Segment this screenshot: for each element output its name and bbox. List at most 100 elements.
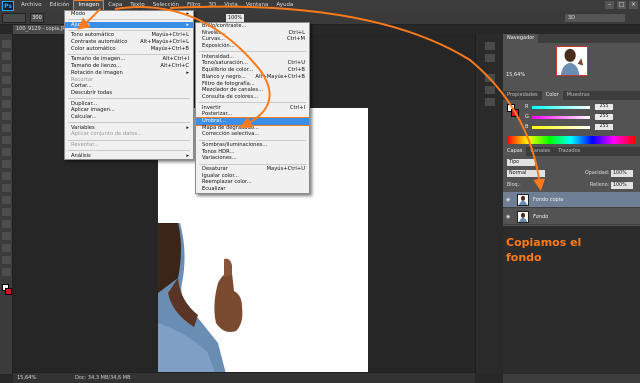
layer-row-fondo-copia[interactable]: ◉ Fondo copia: [503, 192, 640, 208]
brush-tool-icon[interactable]: [2, 124, 11, 132]
red-value[interactable]: 255: [595, 104, 613, 110]
crop-tool-icon[interactable]: [2, 88, 11, 96]
blend-mode-select[interactable]: Normal: [507, 170, 545, 177]
eraser-tool-icon[interactable]: [2, 160, 11, 168]
menu-item-color-automatico[interactable]: Color automático Mayús+Ctrl+B: [65, 46, 193, 53]
submenu-item-posterizar[interactable]: Posterizar...: [196, 111, 309, 118]
eye-icon[interactable]: ◉: [506, 214, 510, 220]
layer-row-fondo[interactable]: ◉ Fondo: [503, 209, 640, 225]
color-spectrum-bar[interactable]: [507, 136, 635, 144]
blue-channel-slider[interactable]: B 255: [525, 124, 635, 131]
tab-capas[interactable]: Capas: [503, 147, 527, 156]
menu-item-ajustes[interactable]: Ajustes ▸: [65, 21, 193, 29]
menu-item-calcular[interactable]: Calcular...: [65, 114, 193, 121]
minimize-icon[interactable]: –: [605, 1, 614, 9]
submenu-item-consulta-de-colores[interactable]: Consulta de colores...: [196, 94, 309, 101]
tab-canales[interactable]: Canales: [526, 147, 554, 156]
paragraph-panel-icon[interactable]: [485, 98, 495, 106]
menu-3d[interactable]: 3D: [204, 0, 220, 11]
history-brush-tool-icon[interactable]: [2, 148, 11, 156]
submenu-item-reemplazar-color[interactable]: Reemplazar color...: [196, 179, 309, 186]
actions-panel-icon[interactable]: [485, 54, 495, 62]
blue-value[interactable]: 255: [595, 124, 613, 130]
color-panel-background[interactable]: [511, 109, 519, 117]
blue-gradient[interactable]: [532, 126, 590, 129]
green-gradient[interactable]: [532, 116, 590, 119]
layer-opacity-field[interactable]: 100%: [611, 170, 633, 177]
submenu-item-ecualizar[interactable]: Ecualizar: [196, 186, 309, 193]
path-select-tool-icon[interactable]: [2, 232, 11, 240]
submenu-item-mezclador-de-canales[interactable]: Mezclador de canales...: [196, 87, 309, 94]
green-channel-slider[interactable]: G 255: [525, 114, 635, 121]
tab-trazados[interactable]: Trazados: [554, 147, 584, 156]
navigator-thumbnail[interactable]: [556, 46, 588, 76]
menu-item-contraste-automatico[interactable]: Contraste automático Alt+Mayús+Ctrl+L: [65, 39, 193, 46]
submenu-item-equilibrio-de-color[interactable]: Equilibrio de color... Ctrl+B: [196, 67, 309, 74]
submenu-item-blanco-y-negro[interactable]: Blanco y negro... Alt+Mayús+Ctrl+B: [196, 74, 309, 81]
submenu-item-sombras-iluminaciones[interactable]: Sombras/iluminaciones...: [196, 142, 309, 149]
menu-item-rotacion-de-imagen[interactable]: Rotación de imagen ▸: [65, 70, 193, 77]
tab-propiedades[interactable]: Propiedades: [503, 91, 542, 100]
menu-item-variables[interactable]: Variables ▸: [65, 125, 193, 132]
submenu-item-brillo-contraste[interactable]: Brillo/contraste...: [196, 23, 309, 30]
menu-item-duplicar[interactable]: Duplicar...: [65, 101, 193, 108]
menu-vista[interactable]: Vista: [220, 0, 242, 11]
lasso-tool-icon[interactable]: [2, 64, 11, 72]
tab-navigator[interactable]: Navegador: [503, 34, 539, 43]
navigator-zoom[interactable]: 15,64%: [506, 72, 525, 78]
submenu-item-igualar-color[interactable]: Igualar color...: [196, 173, 309, 180]
opacity-field[interactable]: 100%: [226, 14, 244, 22]
dodge-tool-icon[interactable]: [2, 196, 11, 204]
menu-item-cortar[interactable]: Cortar...: [65, 83, 193, 90]
eyedropper-tool-icon[interactable]: [2, 100, 11, 108]
menu-ventana[interactable]: Ventana: [242, 0, 273, 11]
menu-archivo[interactable]: Archivo: [17, 0, 46, 11]
layer-name[interactable]: Fondo: [533, 214, 548, 220]
menu-item-descubrir-todas[interactable]: Descubrir todas: [65, 90, 193, 97]
workspace-switcher[interactable]: 3D: [565, 14, 625, 22]
move-tool-icon[interactable]: [2, 40, 11, 48]
menu-item-tamano-de-lienzo[interactable]: Tamaño de lienzo... Alt+Ctrl+C: [65, 63, 193, 70]
red-gradient[interactable]: [532, 106, 590, 109]
submenu-item-filtro-de-fotografia[interactable]: Filtro de fotografía...: [196, 81, 309, 88]
eye-icon[interactable]: ◉: [506, 197, 510, 203]
zoom-tool-icon[interactable]: [2, 268, 11, 276]
background-color-swatch[interactable]: [5, 288, 12, 295]
tool-preset-picker[interactable]: [2, 13, 26, 23]
submenu-item-exposicion[interactable]: Exposición...: [196, 43, 309, 50]
menu-item-analisis[interactable]: Análisis ▸: [65, 153, 193, 160]
submenu-item-correccion-selectiva[interactable]: Corrección selectiva...: [196, 131, 309, 138]
submenu-item-variaciones[interactable]: Variaciones...: [196, 155, 309, 162]
character-panel-icon[interactable]: [485, 86, 495, 94]
green-value[interactable]: 255: [595, 114, 613, 120]
maximize-icon[interactable]: □: [617, 1, 626, 9]
blur-tool-icon[interactable]: [2, 184, 11, 192]
tab-muestras[interactable]: Muestras: [563, 91, 594, 100]
close-icon[interactable]: ×: [629, 1, 638, 9]
quick-select-tool-icon[interactable]: [2, 76, 11, 84]
layer-name[interactable]: Fondo copia: [533, 197, 563, 203]
submenu-item-umbral[interactable]: Umbral...: [195, 116, 310, 126]
menu-item-modo[interactable]: Modo ▸: [65, 11, 193, 18]
submenu-item-tonos-hdr[interactable]: Tonos HDR...: [196, 149, 309, 156]
shape-tool-icon[interactable]: [2, 244, 11, 252]
hand-tool-icon[interactable]: [2, 256, 11, 264]
stamp-tool-icon[interactable]: [2, 136, 11, 144]
menu-ayuda[interactable]: Ayuda: [272, 0, 297, 11]
pen-tool-icon[interactable]: [2, 208, 11, 216]
layer-filter-select[interactable]: Tipo: [507, 159, 535, 166]
menu-item-tamano-de-imagen[interactable]: Tamaño de imagen... Alt+Ctrl+I: [65, 56, 193, 63]
healing-tool-icon[interactable]: [2, 112, 11, 120]
layer-fill-field[interactable]: 100%: [611, 182, 633, 189]
submenu-item-tono-saturacion[interactable]: Tono/saturación... Ctrl+U: [196, 60, 309, 67]
gradient-tool-icon[interactable]: [2, 172, 11, 180]
red-channel-slider[interactable]: R 255: [525, 104, 635, 111]
submenu-item-invertir[interactable]: Invertir Ctrl+I: [196, 105, 309, 112]
info-panel-icon[interactable]: [485, 74, 495, 82]
history-panel-icon[interactable]: [485, 42, 495, 50]
zoom-level[interactable]: 15,64%: [17, 373, 36, 383]
marquee-tool-icon[interactable]: [2, 52, 11, 60]
text-tool-icon[interactable]: [2, 220, 11, 228]
brush-size-picker[interactable]: 300: [30, 13, 44, 23]
submenu-item-niveles[interactable]: Niveles... Ctrl+L: [196, 30, 309, 37]
